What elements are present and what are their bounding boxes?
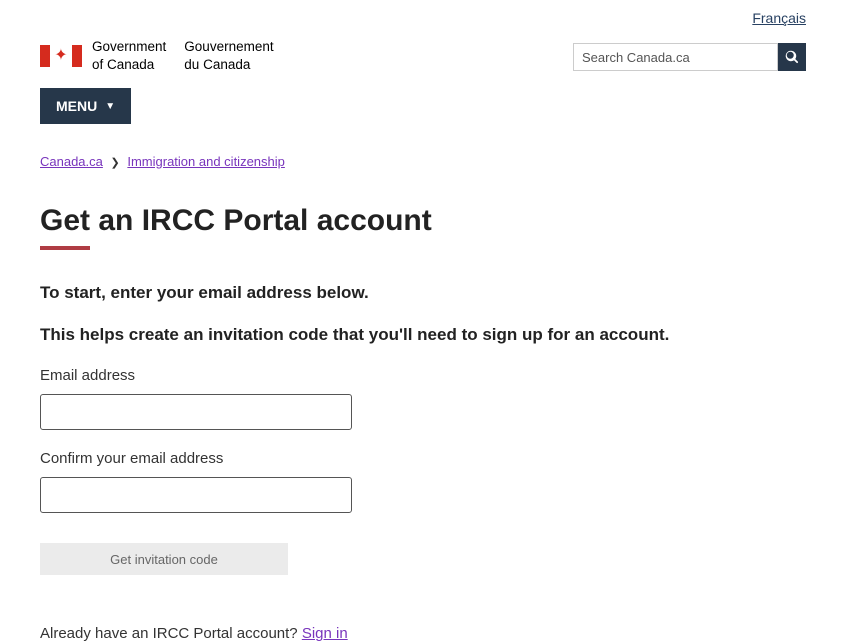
get-invitation-code-button[interactable]: Get invitation code [40,543,288,575]
chevron-down-icon: ▼ [105,101,115,112]
intro-line-2: This helps create an invitation code tha… [40,322,806,348]
confirm-email-label: Confirm your email address [40,450,806,467]
government-logo: ✦ Government of Canada Gouvernement du C… [40,33,274,73]
email-field[interactable] [40,394,352,430]
gov-text-en-2: of Canada [92,56,166,74]
sign-in-link[interactable]: Sign in [302,625,348,642]
intro-line-1: To start, enter your email address below… [40,280,806,306]
breadcrumb-home[interactable]: Canada.ca [40,154,103,169]
search-button[interactable] [778,43,806,71]
canada-flag-icon: ✦ [40,45,82,67]
gov-text-fr-1: Gouvernement [184,38,273,56]
breadcrumb-section[interactable]: Immigration and citizenship [127,154,285,169]
breadcrumb: Canada.ca ❯ Immigration and citizenship [40,154,806,169]
main-menu-button[interactable]: MENU ▼ [40,88,131,124]
menu-label: MENU [56,98,97,114]
email-label: Email address [40,367,806,384]
page-title: Get an IRCC Portal account [40,204,806,238]
signin-prefix: Already have an IRCC Portal account? [40,625,302,642]
language-toggle-link[interactable]: Français [752,10,806,26]
search-icon [785,50,799,64]
title-underline [40,246,90,250]
gov-text-fr-2: du Canada [184,56,273,74]
confirm-email-field[interactable] [40,477,352,513]
gov-text-en-1: Government [92,38,166,56]
breadcrumb-separator: ❯ [111,157,120,169]
search-input[interactable] [573,43,778,71]
